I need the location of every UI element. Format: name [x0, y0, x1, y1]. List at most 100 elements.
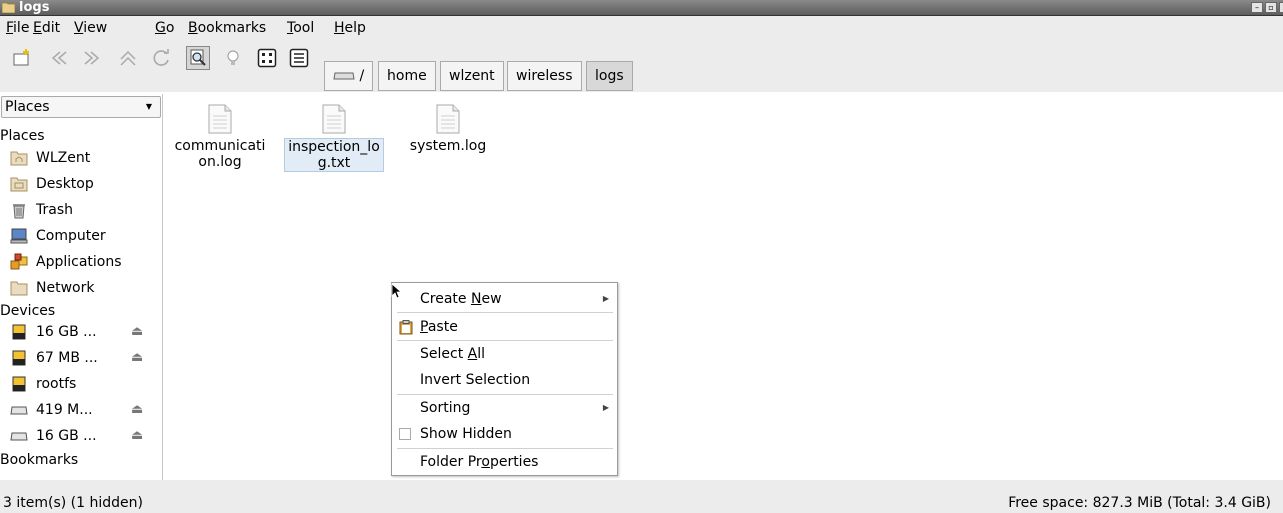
file-item[interactable]: communicati on.log: [168, 104, 272, 170]
minimize-button[interactable]: –: [1251, 2, 1263, 13]
sidebar-device-67mb[interactable]: 67 MB ... ⏏: [10, 347, 160, 369]
path-root-label: /: [359, 68, 365, 84]
reload-button[interactable]: [150, 46, 174, 70]
sidebar-device-419m[interactable]: 419 M... ⏏: [10, 399, 160, 421]
sidebar-device-16gb-1[interactable]: 16 GB ... ⏏: [10, 321, 160, 343]
devices-header: Devices: [0, 303, 56, 319]
network-folder-icon: [10, 279, 28, 297]
sidebar-item-trash[interactable]: Trash: [10, 199, 160, 221]
eject-icon[interactable]: ⏏: [131, 428, 143, 443]
status-bar: 3 item(s) (1 hidden) Free space: 827.3 M…: [0, 480, 1283, 513]
context-menu: Create New ▶ Paste Select All Invert Sel…: [391, 282, 618, 476]
file-item[interactable]: system.log: [396, 104, 500, 154]
reload-icon: [153, 49, 169, 66]
close-button[interactable]: ×: [1279, 2, 1283, 13]
list-view-icon: [289, 48, 309, 68]
menu-item-sorting[interactable]: Sorting ▶: [392, 395, 617, 421]
usb-drive-icon: [10, 349, 28, 367]
file-name: inspection_lo g.txt: [284, 138, 384, 172]
usb-drive-icon: [10, 323, 28, 341]
menu-item-invert-selection[interactable]: Invert Selection: [392, 367, 617, 393]
forward-button[interactable]: [81, 46, 105, 70]
sidebar-item-label: Desktop: [36, 176, 94, 192]
sidebar: Places ▼ Places WLZent Desktop Trash Com…: [0, 94, 163, 480]
text-file-icon: [208, 104, 232, 134]
icon-view-icon: [257, 48, 277, 68]
text-file-icon: [322, 104, 346, 134]
up-arrow-icon: [120, 50, 136, 66]
menu-item-create-new[interactable]: Create New ▶: [392, 286, 617, 312]
breadcrumb-home[interactable]: home: [378, 61, 436, 91]
sidebar-item-label: Trash: [36, 202, 73, 218]
breadcrumb-wlzent[interactable]: wlzent: [440, 61, 504, 91]
bookmark-button[interactable]: [221, 46, 245, 70]
show-hidden-checkbox[interactable]: [399, 428, 411, 440]
sidebar-device-16gb-2[interactable]: 16 GB ... ⏏: [10, 425, 160, 447]
hard-drive-icon: [10, 427, 28, 445]
sidebar-item-applications[interactable]: Applications: [10, 251, 160, 273]
places-header: Places: [0, 128, 45, 144]
folder-icon: [2, 2, 15, 13]
menu-separator: [397, 312, 613, 313]
sidebar-item-label: 419 M...: [36, 402, 93, 418]
sidebar-item-desktop[interactable]: Desktop: [10, 173, 160, 195]
breadcrumb-logs[interactable]: logs: [586, 61, 633, 91]
bookmarks-header: Bookmarks: [0, 452, 79, 468]
mouse-cursor-icon: [391, 283, 401, 299]
menu-edit[interactable]: Edit: [33, 19, 60, 37]
search-button[interactable]: [186, 46, 210, 70]
dropdown-arrow-icon: ▼: [145, 102, 152, 111]
text-file-icon: [436, 104, 460, 134]
eject-icon[interactable]: ⏏: [131, 402, 143, 417]
menu-tool[interactable]: Tool: [287, 19, 314, 37]
clipboard-icon: [399, 320, 413, 335]
sidebar-item-computer[interactable]: Computer: [10, 225, 160, 247]
desktop-folder-icon: [10, 175, 28, 193]
file-name: communicati on.log: [174, 138, 266, 170]
hard-drive-icon: [10, 401, 28, 419]
status-free-space: Free space: 827.3 MiB (Total: 3.4 GiB): [1008, 495, 1271, 511]
status-item-count: 3 item(s) (1 hidden): [3, 495, 143, 511]
sidebar-item-label: Computer: [36, 228, 106, 244]
menu-file[interactable]: File: [6, 19, 29, 37]
menu-go[interactable]: Go: [155, 19, 174, 37]
back-button[interactable]: [46, 46, 70, 70]
sidebar-item-network[interactable]: Network: [10, 277, 160, 299]
places-dropdown[interactable]: Places ▼: [1, 96, 161, 118]
sidebar-device-rootfs[interactable]: rootfs: [10, 373, 160, 395]
up-button[interactable]: [116, 46, 140, 70]
sidebar-item-label: 16 GB ...: [36, 324, 97, 340]
menu-item-show-hidden[interactable]: Show Hidden: [392, 421, 617, 447]
icon-view-button[interactable]: [255, 46, 279, 70]
usb-drive-icon: [10, 375, 28, 393]
breadcrumb-wireless[interactable]: wireless: [507, 61, 582, 91]
file-name: system.log: [409, 138, 487, 154]
trash-icon: [10, 201, 28, 219]
title-bar: logs – ▫ ×: [0, 0, 1283, 16]
list-view-button[interactable]: [287, 46, 311, 70]
eject-icon[interactable]: ⏏: [131, 350, 143, 365]
drive-icon: [333, 72, 355, 80]
maximize-button[interactable]: ▫: [1265, 2, 1277, 13]
menu-item-folder-properties[interactable]: Folder Properties: [392, 449, 617, 475]
sidebar-item-label: WLZent: [36, 150, 91, 166]
new-tab-button[interactable]: [10, 46, 34, 70]
menu-item-select-all[interactable]: Select All: [392, 341, 617, 367]
path-root-crumb[interactable]: /: [324, 61, 374, 91]
search-icon: [190, 49, 206, 66]
submenu-arrow-icon: ▶: [602, 294, 609, 303]
menu-view[interactable]: View: [74, 19, 107, 37]
computer-icon: [10, 227, 28, 245]
menu-help[interactable]: Help: [334, 19, 366, 37]
submenu-arrow-icon: ▶: [602, 403, 609, 412]
applications-icon: [10, 253, 28, 271]
file-item-selected[interactable]: inspection_lo g.txt: [282, 104, 386, 172]
new-tab-icon: [13, 49, 29, 66]
menu-item-paste[interactable]: Paste: [392, 314, 617, 340]
sidebar-item-label: Network: [36, 280, 95, 296]
file-view[interactable]: communicati on.log inspection_lo g.txt sys…: [164, 94, 1283, 480]
eject-icon[interactable]: ⏏: [131, 324, 143, 339]
forward-arrow-icon: [84, 51, 100, 65]
menu-bookmarks[interactable]: Bookmarks: [188, 19, 266, 37]
sidebar-item-wlzent[interactable]: WLZent: [10, 147, 160, 169]
